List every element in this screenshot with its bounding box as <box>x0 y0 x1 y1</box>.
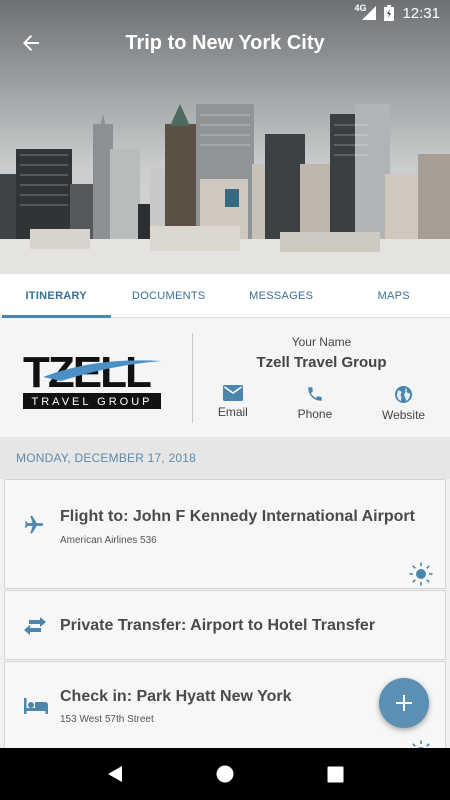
itinerary-item-transfer[interactable]: Private Transfer: Airport to Hotel Trans… <box>4 590 446 660</box>
clock: 12:31 <box>402 4 440 22</box>
item-title: Private Transfer: Airport to Hotel Trans… <box>60 617 376 634</box>
website-button[interactable]: Website <box>382 385 425 422</box>
item-title: Flight to: John F Kennedy International … <box>60 508 415 525</box>
email-icon <box>222 385 243 401</box>
date-header: MONDAY, DECEMBER 17, 2018 <box>0 437 450 479</box>
agency-name: Tzell Travel Group <box>256 354 387 371</box>
status-bar: 4G 12:31 <box>0 0 450 26</box>
item-subtitle: 153 West 57th Street <box>60 714 154 725</box>
nav-home-button[interactable] <box>205 754 245 794</box>
tab-messages[interactable]: MESSAGES <box>225 274 338 317</box>
agency-panel: TZELL TRAVEL GROUP Your Name Tzell Trave… <box>0 318 450 437</box>
itinerary-item-flight[interactable]: Flight to: John F Kennedy International … <box>4 479 446 589</box>
logo-tagline: TRAVEL GROUP <box>32 396 153 408</box>
back-button[interactable] <box>0 26 62 60</box>
airplane-icon <box>23 514 45 541</box>
nav-back-button[interactable] <box>95 754 135 794</box>
network-type: 4G <box>354 3 367 13</box>
sun-icon <box>409 562 433 591</box>
tab-documents[interactable]: DOCUMENTS <box>113 274 226 317</box>
tab-itinerary[interactable]: ITINERARY <box>0 274 113 318</box>
tab-bar: ITINERARY DOCUMENTS MESSAGES MAPS <box>0 274 450 318</box>
bed-icon <box>23 696 49 721</box>
battery-icon <box>384 5 395 21</box>
website-label: Website <box>381 408 426 422</box>
item-title: Check in: Park Hyatt New York <box>60 688 292 705</box>
item-subtitle: American Airlines 536 <box>60 535 157 546</box>
signal-icon: 4G <box>354 3 377 20</box>
tab-maps[interactable]: MAPS <box>338 274 450 317</box>
globe-icon <box>394 385 413 404</box>
phone-label: Phone <box>297 407 333 421</box>
circle-home-icon <box>216 765 234 783</box>
contact-row: Email Phone Website <box>193 385 450 422</box>
agent-name: Your Name <box>291 335 352 349</box>
phone-button[interactable]: Phone <box>297 385 333 422</box>
system-nav-bar <box>0 748 450 800</box>
square-recents-icon <box>327 766 343 782</box>
plus-icon <box>396 695 412 711</box>
phone-icon <box>308 387 322 401</box>
add-item-button[interactable] <box>379 678 429 728</box>
email-button[interactable]: Email <box>218 385 248 422</box>
agency-info: Your Name Tzell Travel Group Email Phone… <box>193 333 450 422</box>
triangle-back-icon <box>108 766 122 782</box>
nav-recents-button[interactable] <box>315 754 355 794</box>
email-label: Email <box>217 405 248 419</box>
city-skyline-image <box>0 104 450 274</box>
transfer-arrows-icon <box>23 615 47 642</box>
app-bar: Trip to New York City <box>0 26 450 60</box>
agency-logo: TZELL TRAVEL GROUP <box>0 332 193 423</box>
back-arrow-icon <box>23 35 39 51</box>
page-title: Trip to New York City <box>125 31 325 54</box>
